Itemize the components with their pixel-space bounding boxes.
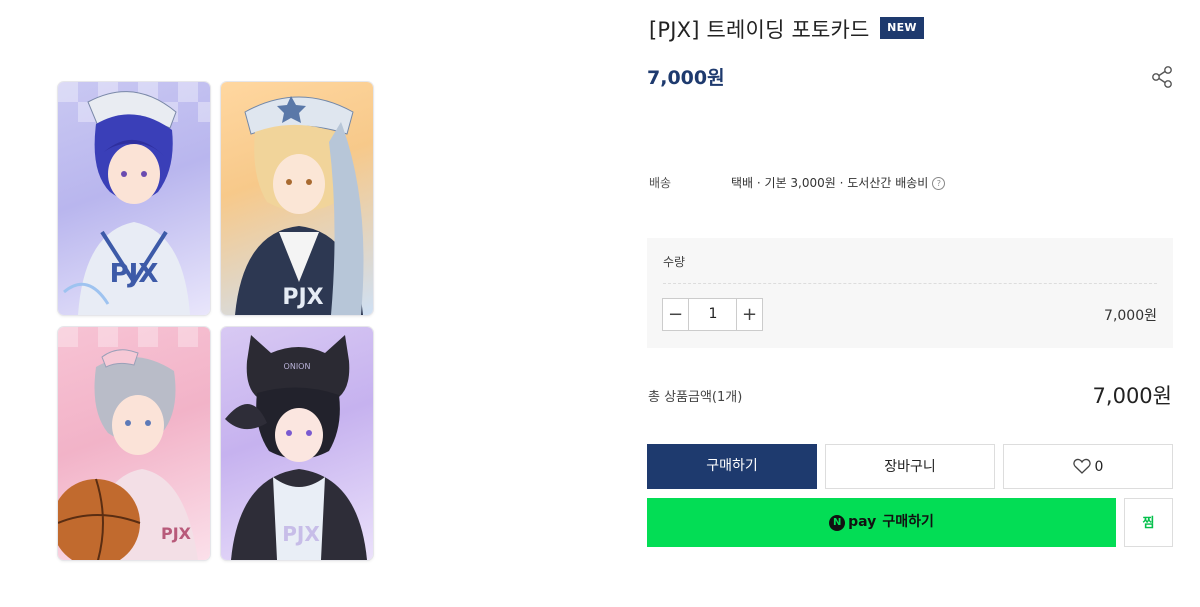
shipping-info: 택배 · 기본 3,000원 · 도서산간 배송비?: [731, 174, 946, 191]
quantity-divider: [663, 283, 1157, 284]
photocard-2: PJX: [221, 82, 373, 315]
total-price: 7,000원: [1092, 384, 1172, 408]
decrease-button[interactable]: −: [663, 299, 689, 330]
shipping-value: 택배 · 기본 3,000원 · 도서산간 배송비: [731, 176, 929, 190]
svg-text:PJX: PJX: [282, 285, 323, 310]
product-title: [PJX] 트레이딩 포토카드: [649, 18, 870, 42]
add-to-cart-button[interactable]: 장바구니: [825, 444, 995, 489]
photocard-1: PJX: [58, 82, 210, 315]
question-circle-icon[interactable]: ?: [932, 177, 946, 190]
new-badge: NEW: [880, 17, 924, 39]
wishlist-count: 0: [1094, 459, 1104, 475]
buy-now-button[interactable]: 구매하기: [647, 444, 817, 489]
naver-pay-label: 구매하기: [882, 514, 934, 530]
product-price: 7,000원: [647, 67, 725, 89]
shipping-label: 배송: [649, 176, 672, 190]
naver-pay-icon: N: [829, 515, 846, 531]
naver-jjim-button[interactable]: 찜: [1124, 498, 1173, 547]
naver-pay-brand: pay: [848, 514, 877, 530]
increase-button[interactable]: +: [736, 299, 762, 330]
line-item-price: 7,000원: [1104, 308, 1157, 324]
photocard-3: PJX: [58, 327, 210, 560]
total-label: 총 상품금액(1개): [648, 390, 743, 405]
quantity-label: 수량: [663, 255, 686, 269]
svg-text:PJX: PJX: [282, 522, 320, 546]
heart-outline-icon: [1072, 458, 1091, 474]
quantity-input[interactable]: [689, 299, 737, 330]
svg-text:PJX: PJX: [110, 259, 159, 289]
svg-text:PJX: PJX: [161, 524, 192, 543]
wishlist-button[interactable]: 0: [1003, 444, 1173, 489]
photocard-4: ONION PJX: [221, 327, 373, 560]
svg-text:ONION: ONION: [284, 362, 311, 371]
naver-pay-button[interactable]: Npay 구매하기: [647, 498, 1116, 547]
quantity-stepper: − +: [662, 298, 763, 331]
quantity-panel: [647, 238, 1173, 348]
share-icon[interactable]: [1149, 64, 1175, 90]
